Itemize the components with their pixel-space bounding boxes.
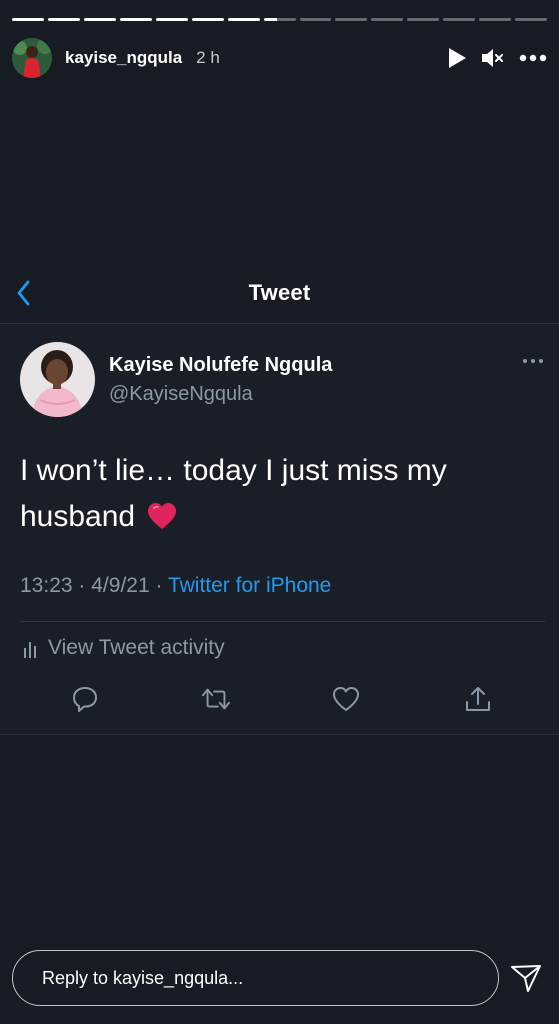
progress-segment	[335, 18, 368, 21]
meta-separator: ·	[78, 574, 86, 597]
progress-segment	[191, 18, 224, 21]
card-bottom-divider	[0, 734, 559, 735]
like-icon[interactable]	[331, 684, 361, 714]
red-heart-emoji-icon	[147, 498, 177, 544]
progress-segment	[263, 18, 296, 21]
tweet-card: Kayise Nolufefe Ngqula @KayiseNgqula I w…	[0, 324, 559, 734]
progress-segment	[83, 18, 116, 21]
meta-separator: ·	[155, 574, 163, 597]
story-user-avatar[interactable]	[12, 38, 52, 78]
progress-segment	[443, 18, 476, 21]
tweet-more-icon[interactable]	[521, 354, 545, 366]
tweet-nav-bar: Tweet	[0, 270, 559, 316]
tweet-date: 4/9/21	[91, 574, 150, 597]
story-header: kayise_ngqula 2 h	[12, 36, 547, 80]
tweet-text: I won’t lie… today I just miss my husban…	[20, 448, 539, 544]
progress-segment	[119, 18, 152, 21]
retweet-icon[interactable]	[201, 684, 231, 714]
tweet-actions-bar	[0, 684, 559, 724]
story-time-ago: 2 h	[196, 48, 220, 67]
analytics-bars-icon	[22, 638, 40, 658]
view-tweet-activity[interactable]: View Tweet activity	[22, 636, 225, 660]
tweet-author[interactable]: Kayise Nolufefe Ngqula @KayiseNgqula	[20, 342, 332, 417]
progress-segment	[299, 18, 332, 21]
play-icon[interactable]	[447, 47, 467, 69]
more-options-icon[interactable]	[519, 54, 547, 62]
page-title: Tweet	[248, 280, 311, 305]
progress-segment	[12, 18, 44, 21]
tweet-time: 13:23	[20, 574, 73, 597]
progress-segment	[227, 18, 260, 21]
share-icon[interactable]	[463, 684, 493, 714]
tweet-source-link[interactable]: Twitter for iPhone	[168, 574, 331, 597]
meta-divider	[20, 621, 545, 622]
back-chevron-icon[interactable]	[14, 278, 36, 308]
progress-segment	[407, 18, 440, 21]
reply-input[interactable]: Reply to kayise_ngqula...	[12, 950, 499, 1006]
author-avatar[interactable]	[20, 342, 95, 417]
story-username[interactable]: kayise_ngqula	[65, 48, 182, 68]
reply-icon[interactable]	[70, 684, 100, 714]
progress-segment	[515, 18, 548, 21]
progress-segment	[479, 18, 512, 21]
author-display-name[interactable]: Kayise Nolufefe Ngqula	[109, 354, 332, 377]
author-handle[interactable]: @KayiseNgqula	[109, 383, 332, 406]
progress-segment	[47, 18, 80, 21]
story-progress-bar	[12, 18, 548, 21]
tweet-meta: 13:23 · 4/9/21 · Twitter for iPhone	[20, 574, 331, 598]
progress-segment	[371, 18, 404, 21]
progress-segment	[155, 18, 188, 21]
mute-icon[interactable]	[481, 47, 505, 69]
reply-placeholder: Reply to kayise_ngqula...	[42, 967, 244, 988]
tweet-text-body: I won’t lie… today I just miss my husban…	[20, 454, 447, 533]
send-icon[interactable]	[510, 962, 542, 994]
view-tweet-activity-label: View Tweet activity	[48, 636, 225, 659]
